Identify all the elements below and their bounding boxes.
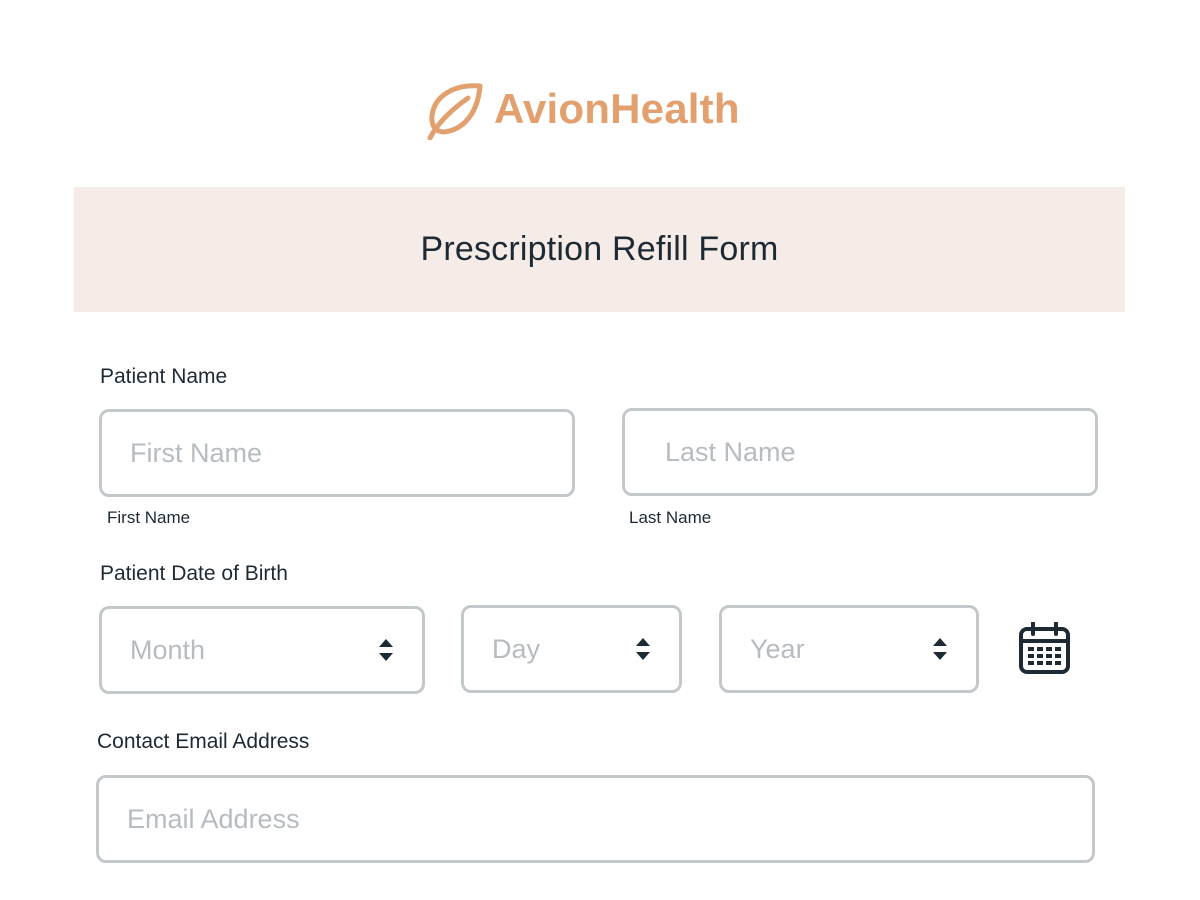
- dob-label: Patient Date of Birth: [100, 562, 288, 585]
- brand-logo: AvionHealth: [424, 76, 740, 142]
- form-header: Prescription Refill Form: [74, 187, 1125, 312]
- year-placeholder: Year: [750, 633, 805, 664]
- day-select[interactable]: Day: [461, 605, 682, 693]
- first-name-sublabel: First Name: [107, 508, 191, 527]
- month-placeholder: Month: [130, 634, 206, 665]
- calendar-icon[interactable]: [1018, 622, 1071, 675]
- email-label: Contact Email Address: [97, 730, 310, 753]
- patient-name-label: Patient Name: [100, 365, 228, 388]
- email-field[interactable]: [96, 775, 1095, 863]
- brand-name: AvionHealth: [494, 85, 740, 132]
- sort-arrows-icon: [933, 638, 947, 660]
- first-name-input[interactable]: [99, 409, 575, 497]
- sort-arrows-icon: [379, 639, 393, 661]
- last-name-input[interactable]: [622, 408, 1098, 496]
- year-select[interactable]: Year: [719, 605, 979, 693]
- sort-arrows-icon: [636, 638, 650, 660]
- month-select[interactable]: Month: [99, 606, 425, 694]
- day-placeholder: Day: [492, 633, 541, 664]
- page-title: Prescription Refill Form: [420, 230, 779, 268]
- leaf-icon: [427, 83, 483, 140]
- last-name-sublabel: Last Name: [629, 508, 712, 527]
